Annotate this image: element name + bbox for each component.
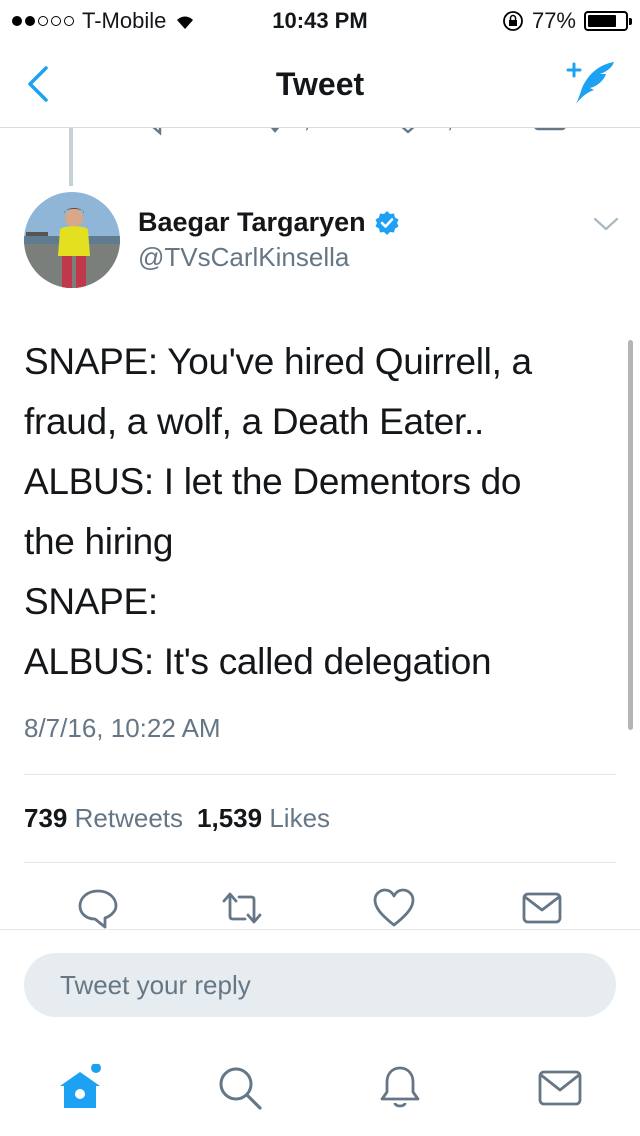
compose-tweet-icon[interactable] (562, 58, 618, 108)
retweets-stat[interactable]: 739 Retweets (24, 803, 183, 834)
retweets-count: 739 (24, 803, 68, 833)
avatar[interactable] (24, 192, 120, 288)
rotation-lock-icon (503, 11, 523, 31)
retweet-icon[interactable] (220, 886, 264, 930)
thread-connector-line (69, 128, 73, 186)
user-handle[interactable]: @TVsCarlKinsella (138, 242, 349, 273)
home-icon[interactable] (56, 1064, 104, 1112)
tweet-stats: 739 Retweets 1,539 Likes (24, 803, 330, 834)
likes-label: Likes (269, 803, 331, 833)
tweet-text-line: SNAPE: (24, 581, 158, 622)
divider (24, 862, 616, 863)
scrollbar[interactable] (628, 340, 633, 730)
reply-input[interactable]: Tweet your reply (24, 953, 616, 1017)
divider (0, 929, 640, 930)
messages-icon[interactable] (536, 1064, 584, 1112)
tweet-text: SNAPE: You've hired Quirrell, a fraud, a… (24, 332, 624, 692)
user-name[interactable]: Baegar Targaryen (138, 207, 400, 238)
battery-icon (584, 11, 632, 31)
tweet-text-line: the hiring (24, 521, 174, 562)
tweet-timestamp: 8/7/16, 10:22 AM (24, 713, 221, 743)
tweet-text-line: fraud, a wolf, a Death Eater.. (24, 401, 484, 442)
tweet-text-line: ALBUS: It's called delegation (24, 641, 492, 682)
retweets-label: Retweets (74, 803, 184, 833)
tab-bar (0, 1040, 640, 1136)
status-right: 77% (502, 8, 632, 34)
status-bar: T-Mobile 10:43 PM 77% (0, 0, 640, 40)
chevron-down-icon[interactable] (592, 214, 620, 234)
page-title: Tweet (275, 66, 365, 102)
envelope-icon[interactable] (520, 886, 564, 930)
search-icon[interactable] (216, 1064, 264, 1112)
tweet-actions (0, 880, 640, 936)
tweet-text-line: ALBUS: I let the Dementors do (24, 461, 522, 502)
tweet-text-line: SNAPE: You've hired Quirrell, a (24, 341, 532, 382)
notifications-icon[interactable] (376, 1064, 424, 1112)
likes-stat[interactable]: 1,539 Likes (197, 803, 330, 834)
navigation-bar: Tweet (0, 40, 640, 128)
reply-icon[interactable] (76, 886, 120, 930)
divider (24, 774, 616, 775)
likes-count: 1,539 (197, 803, 263, 833)
verified-badge-icon (375, 210, 399, 235)
battery-percent: 77% (531, 8, 576, 33)
heart-icon[interactable] (372, 886, 416, 930)
user-name-text: Baegar Targaryen (138, 207, 366, 237)
